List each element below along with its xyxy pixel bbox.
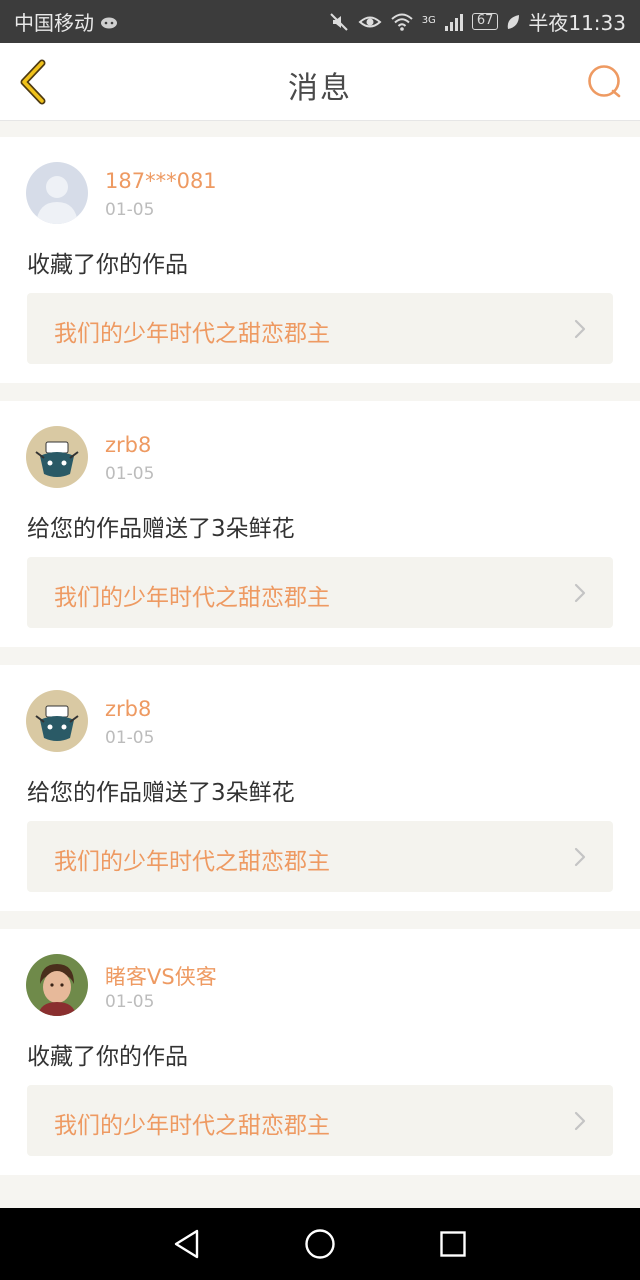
work-title: 我们的少年时代之甜恋郡主 <box>54 585 330 611</box>
carrier-group: 中国移动 <box>14 7 118 36</box>
chevron-right-icon <box>574 847 586 867</box>
chevron-right-icon <box>574 583 586 603</box>
message-date: 01-05 <box>105 992 155 1012</box>
work-title: 我们的少年时代之甜恋郡主 <box>54 849 330 875</box>
message-date: 01-05 <box>105 464 155 484</box>
chevron-right-icon <box>574 319 586 339</box>
search-button[interactable] <box>586 63 624 101</box>
message-text: 收藏了你的作品 <box>27 252 188 278</box>
signal-icon <box>444 13 463 31</box>
eye-comfort-icon <box>358 16 382 27</box>
message-card: zrb8 01-05 给您的作品赠送了3朵鲜花 我们的少年时代之甜恋郡主 <box>0 665 640 911</box>
message-card: 187***081 01-05 收藏了你的作品 我们的少年时代之甜恋郡主 <box>0 137 640 383</box>
search-icon <box>588 65 621 98</box>
nav-recents-button[interactable] <box>433 1224 473 1264</box>
leaf-icon <box>508 14 520 29</box>
square-recents-icon <box>440 1231 467 1257</box>
wifi-icon <box>391 13 413 31</box>
message-card: zrb8 01-05 给您的作品赠送了3朵鲜花 我们的少年时代之甜恋郡主 <box>0 401 640 647</box>
work-link[interactable]: 我们的少年时代之甜恋郡主 <box>27 1085 613 1156</box>
triangle-back-icon <box>174 1229 198 1259</box>
page-title: 消息 <box>288 71 352 106</box>
username[interactable]: zrb8 <box>105 433 151 457</box>
network-type: 3G <box>421 15 436 26</box>
message-date: 01-05 <box>105 200 155 220</box>
avatar[interactable] <box>26 426 88 488</box>
username[interactable]: 睹客VS侠客 <box>105 961 217 991</box>
message-text: 给您的作品赠送了3朵鲜花 <box>27 516 295 542</box>
avatar[interactable] <box>26 690 88 752</box>
photo-avatar-icon <box>26 954 88 1016</box>
nav-back-button[interactable] <box>167 1224 207 1264</box>
notification-cat-icon <box>101 17 117 28</box>
header-bar: 消息 <box>0 43 640 121</box>
circle-home-icon <box>305 1229 335 1259</box>
message-list: 187***081 01-05 收藏了你的作品 我们的少年时代之甜恋郡主 zrb… <box>0 137 640 1193</box>
work-link[interactable]: 我们的少年时代之甜恋郡主 <box>27 821 613 892</box>
default-avatar-icon <box>26 162 88 224</box>
carrier-name: 中国移动 <box>14 11 94 35</box>
battery-icon: 67 <box>471 13 499 30</box>
cartoon-avatar-icon <box>26 690 88 752</box>
mute-icon <box>329 12 348 31</box>
message-card: 睹客VS侠客 01-05 收藏了你的作品 我们的少年时代之甜恋郡主 <box>0 929 640 1175</box>
avatar[interactable] <box>26 954 88 1016</box>
username[interactable]: zrb8 <box>105 697 151 721</box>
message-text: 收藏了你的作品 <box>27 1044 188 1070</box>
status-icons: 3G 67 半夜11:33 <box>328 7 626 36</box>
nav-home-button[interactable] <box>300 1224 340 1264</box>
work-link[interactable]: 我们的少年时代之甜恋郡主 <box>27 557 613 628</box>
username[interactable]: 187***081 <box>105 169 217 193</box>
cartoon-avatar-icon <box>26 426 88 488</box>
work-title: 我们的少年时代之甜恋郡主 <box>54 1113 330 1139</box>
chevron-right-icon <box>574 1111 586 1131</box>
work-title: 我们的少年时代之甜恋郡主 <box>54 321 330 347</box>
work-link[interactable]: 我们的少年时代之甜恋郡主 <box>27 293 613 364</box>
message-date: 01-05 <box>105 728 155 748</box>
message-text: 给您的作品赠送了3朵鲜花 <box>27 780 295 806</box>
clock: 半夜11:33 <box>528 11 626 35</box>
avatar[interactable] <box>26 162 88 224</box>
navigation-bar <box>0 1208 640 1280</box>
status-bar: 中国移动 3G 67 半夜11:33 <box>0 0 640 43</box>
